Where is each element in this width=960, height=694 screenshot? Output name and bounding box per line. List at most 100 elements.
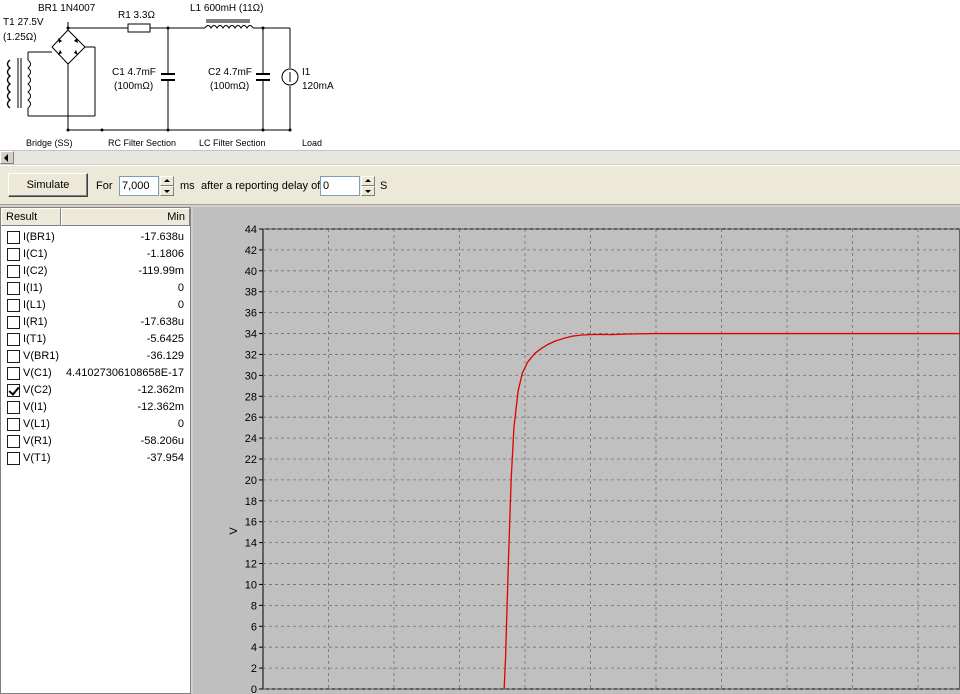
circuit-schematic[interactable]: T1 27.5V (1.25Ω) BR1 1N4007 R1 3.3Ω L1 6… [0, 0, 960, 150]
delay-up-button[interactable] [361, 176, 375, 186]
i1-value: 120mA [302, 81, 334, 92]
result-min-value: -37.954 [146, 452, 184, 464]
result-checkbox[interactable] [7, 367, 20, 380]
result-row[interactable]: I(L1) 0 [1, 296, 190, 313]
y-tick-label: 34 [245, 329, 257, 341]
result-name: V(C1) [23, 367, 52, 379]
result-name: V(R1) [23, 435, 52, 447]
result-checkbox[interactable] [7, 333, 20, 346]
y-tick-label: 16 [245, 517, 257, 529]
result-min-value: -12.362m [137, 384, 184, 396]
y-tick-label: 8 [251, 600, 257, 612]
result-name: I(T1) [23, 333, 47, 345]
y-tick-label: 22 [245, 454, 257, 466]
result-name: I(L1) [23, 299, 46, 311]
c2-label: C2 4.7mF [208, 67, 252, 78]
result-row[interactable]: I(T1) -5.6425 [1, 330, 190, 347]
result-row[interactable]: V(T1) -37.954 [1, 449, 190, 466]
result-min-value: 4.41027306108658E-17 [65, 367, 184, 379]
result-min-value: 0 [177, 282, 184, 294]
result-name: V(C2) [23, 384, 52, 396]
section-load: Load [302, 138, 323, 148]
result-checkbox[interactable] [7, 384, 20, 397]
result-row[interactable]: I(C1) -1.1806 [1, 245, 190, 262]
y-tick-label: 10 [245, 579, 257, 591]
result-row[interactable]: V(I1) -12.362m [1, 398, 190, 415]
y-tick-label: 30 [245, 370, 257, 382]
result-checkbox[interactable] [7, 452, 20, 465]
delay-down-button[interactable] [361, 186, 375, 196]
column-header-result[interactable]: Result [1, 208, 61, 226]
simulation-toolbar: Simulate For ms after a reporting delay … [0, 165, 960, 205]
result-row[interactable]: V(C1) 4.41027306108658E-17 [1, 364, 190, 381]
result-row[interactable]: V(R1) -58.206u [1, 432, 190, 449]
result-checkbox[interactable] [7, 299, 20, 312]
result-name: V(I1) [23, 401, 47, 413]
result-min-value: -17.638u [140, 231, 184, 243]
result-row[interactable]: I(R1) -17.638u [1, 313, 190, 330]
delay-spinner[interactable] [361, 176, 375, 196]
result-min-value: 0 [177, 299, 184, 311]
results-list-panel: Result Min I(BR1) -17.638u I(C1) -1.1806 I(C… [0, 207, 191, 694]
column-header-min[interactable]: Min [61, 208, 190, 226]
y-tick-label: 42 [245, 245, 257, 257]
y-tick-label: 4 [251, 642, 257, 654]
result-row[interactable]: I(C2) -119.99m [1, 262, 190, 279]
duration-spinner[interactable] [160, 176, 174, 196]
result-min-value: -5.6425 [146, 333, 184, 345]
result-row[interactable]: V(L1) 0 [1, 415, 190, 432]
result-name: I(BR1) [23, 231, 55, 243]
duration-unit: ms [180, 180, 195, 192]
schematic-horizontal-scrollbar[interactable] [0, 150, 960, 164]
y-tick-label: 44 [245, 224, 257, 236]
chart-area: 0 2 4 6 8 10 12 14 16 18 20 22 24 26 28 30 32 34 36 38 40 42 4… [193, 207, 960, 694]
chart-svg: 0246810121416182022242628303234363840424… [228, 224, 960, 694]
result-checkbox[interactable] [7, 316, 20, 329]
simulate-button[interactable]: Simulate [8, 173, 88, 197]
result-row[interactable]: I(I1) 0 [1, 279, 190, 296]
i1-label: I1 [302, 67, 311, 78]
result-checkbox[interactable] [7, 350, 20, 363]
y-tick-label: 36 [245, 308, 257, 320]
result-checkbox[interactable] [7, 265, 20, 278]
result-checkbox[interactable] [7, 248, 20, 261]
result-min-value: -1.1806 [146, 248, 184, 260]
y-tick-label: 24 [245, 433, 257, 445]
result-checkbox[interactable] [7, 435, 20, 448]
br1-label: BR1 1N4007 [38, 3, 96, 14]
result-min-value: -12.362m [137, 401, 184, 413]
results-list: I(BR1) -17.638u I(C1) -1.1806 I(C2) -119.99m I… [1, 228, 190, 466]
result-checkbox[interactable] [7, 282, 20, 295]
y-tick-label: 28 [245, 391, 257, 403]
y-tick-label: 2 [251, 663, 257, 675]
y-tick-label: 0 [251, 684, 257, 694]
y-tick-label: 18 [245, 496, 257, 508]
result-name: V(BR1) [23, 350, 60, 362]
y-tick-label: 12 [245, 559, 257, 571]
y-tick-label: 32 [245, 349, 257, 361]
section-rc: RC Filter Section [108, 138, 177, 148]
r1-label: R1 3.3Ω [118, 10, 155, 21]
result-checkbox[interactable] [7, 231, 20, 244]
y-tick-label: 14 [245, 538, 257, 550]
result-checkbox[interactable] [7, 401, 20, 414]
result-min-value: -58.206u [140, 435, 184, 447]
y-tick-label: 20 [245, 475, 257, 487]
result-row[interactable]: I(BR1) -17.638u [1, 228, 190, 245]
result-row[interactable]: V(C2) -12.362m [1, 381, 190, 398]
y-tick-label: 26 [245, 412, 257, 424]
scroll-left-button[interactable] [0, 151, 14, 164]
duration-up-button[interactable] [160, 176, 174, 186]
c1-esr: (100mΩ) [114, 81, 154, 92]
result-checkbox[interactable] [7, 418, 20, 431]
duration-input[interactable] [119, 176, 159, 196]
t1-label: T1 27.5V [3, 17, 44, 28]
result-name: I(I1) [23, 282, 43, 294]
c2-esr: (100mΩ) [210, 81, 250, 92]
delay-unit: S [380, 180, 388, 192]
duration-down-button[interactable] [160, 186, 174, 196]
delay-input[interactable] [320, 176, 360, 196]
result-name: I(C1) [23, 248, 48, 260]
result-row[interactable]: V(BR1) -36.129 [1, 347, 190, 364]
y-axis-label: V [228, 527, 240, 535]
